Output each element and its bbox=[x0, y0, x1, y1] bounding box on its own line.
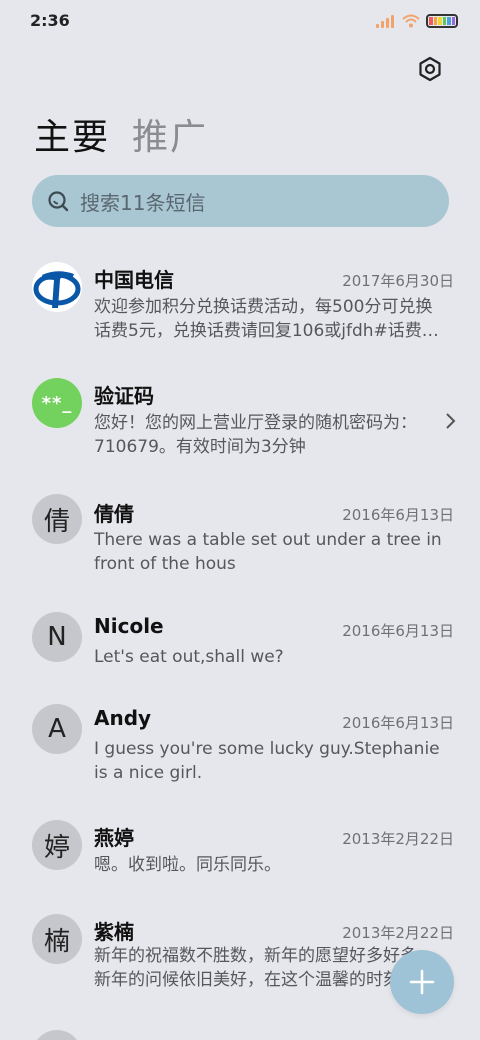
list-item[interactable]: **_ 验证码 您好！您的网上营业厅登录的随机密码为：710679。有效时间为3… bbox=[0, 366, 480, 476]
avatar-letter: N bbox=[47, 622, 67, 652]
list-item[interactable]: 婷 燕婷 2013年2月22日 嗯。收到啦。同乐同乐。 bbox=[0, 814, 480, 904]
list-item[interactable]: 倩 倩倩 2016年6月13日 There was a table set ou… bbox=[0, 484, 480, 594]
avatar: N bbox=[32, 612, 82, 662]
tab-primary[interactable]: 主要 bbox=[34, 108, 110, 160]
avatar: 婷 bbox=[32, 820, 82, 870]
contact-name: 燕婷 bbox=[94, 826, 134, 850]
plus-icon bbox=[409, 969, 435, 995]
avatar-letter: 倩 bbox=[43, 506, 70, 537]
message-date: 2013年2月22日 bbox=[342, 924, 454, 942]
status-icons bbox=[376, 12, 458, 30]
contact-name: Nicole bbox=[94, 614, 164, 638]
contact-name: 验证码 bbox=[94, 384, 154, 408]
search-placeholder: 搜索11条短信 bbox=[80, 190, 206, 215]
new-message-button[interactable] bbox=[390, 950, 454, 1014]
avatar: 倩 bbox=[32, 494, 82, 544]
avatar: A bbox=[32, 704, 82, 754]
message-preview: 欢迎参加积分兑换话费活动，每500分可兑换话费5元，兑换话费请回复106或jfd… bbox=[94, 297, 439, 341]
search-icon bbox=[48, 191, 69, 212]
avatar bbox=[32, 262, 82, 312]
message-date: 2016年6月13日 bbox=[342, 714, 454, 732]
chevron-right-icon[interactable] bbox=[444, 412, 456, 430]
hexagon-settings-icon bbox=[419, 56, 441, 82]
message-preview: 嗯。收到啦。同乐同乐。 bbox=[94, 855, 281, 875]
contact-name: 中国电信 bbox=[94, 268, 174, 292]
wifi-icon bbox=[402, 14, 420, 28]
avatar-text: **_ bbox=[41, 392, 73, 414]
avatar bbox=[32, 1030, 82, 1040]
message-date: 2016年6月13日 bbox=[342, 622, 454, 640]
avatar: 楠 bbox=[32, 914, 82, 964]
list-item[interactable]: N Nicole 2016年6月13日 Let's eat out,shall … bbox=[0, 602, 480, 692]
search-input[interactable]: 搜索11条短信 bbox=[32, 175, 449, 227]
message-date: 2017年6月30日 bbox=[342, 272, 454, 290]
battery-icon bbox=[426, 14, 458, 28]
china-telecom-logo-icon bbox=[33, 271, 81, 308]
list-item[interactable]: 中国电信 2017年6月30日 欢迎参加积分兑换话费活动，每500分可兑换话费5… bbox=[0, 250, 480, 360]
avatar-letter: 婷 bbox=[43, 832, 70, 863]
contact-name: 倩倩 bbox=[94, 502, 134, 526]
message-preview: I guess you're some lucky guy.Stephanie … bbox=[94, 739, 440, 783]
message-preview: Let's eat out,shall we? bbox=[94, 647, 284, 667]
message-preview: 您好！您的网上营业厅登录的随机密码为：710679。有效时间为3分钟 bbox=[94, 413, 417, 457]
list-item[interactable] bbox=[0, 1028, 480, 1040]
status-time: 2:36 bbox=[30, 11, 70, 30]
tab-bar: 主要 推广 bbox=[34, 108, 208, 160]
avatar-letter: 楠 bbox=[43, 926, 70, 957]
list-item[interactable]: A Andy 2016年6月13日 I guess you're some lu… bbox=[0, 696, 480, 806]
contact-name: Andy bbox=[94, 706, 152, 730]
avatar: **_ bbox=[32, 378, 82, 428]
avatar-letter: A bbox=[48, 714, 66, 744]
contact-name: 紫楠 bbox=[94, 920, 134, 944]
message-date: 2013年2月22日 bbox=[342, 830, 454, 848]
signal-icon bbox=[376, 14, 396, 28]
status-bar: 2:36 bbox=[0, 0, 480, 40]
message-preview: There was a table set out under a tree i… bbox=[94, 530, 442, 574]
message-date: 2016年6月13日 bbox=[342, 506, 454, 524]
tab-promotions[interactable]: 推广 bbox=[132, 108, 208, 160]
settings-button[interactable] bbox=[414, 53, 446, 85]
